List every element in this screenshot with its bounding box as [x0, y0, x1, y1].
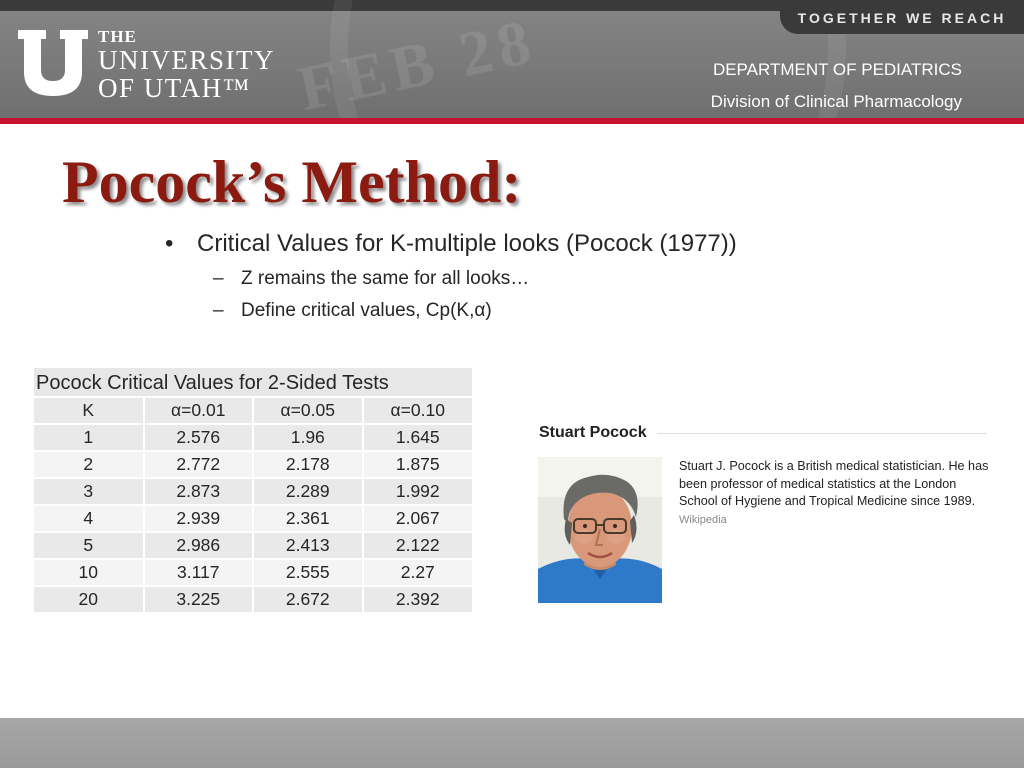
department-block: DEPARTMENT OF PEDIATRICS Division of Cli…	[711, 54, 962, 118]
card-bio-text: Stuart J. Pocock is a British medical st…	[679, 459, 989, 508]
table-cell: 2.555	[253, 559, 364, 587]
table-cell: 3	[34, 478, 145, 506]
table-cell: 2.576	[143, 424, 254, 452]
table-cell: 1.875	[362, 451, 472, 479]
subbullet-item: – Define critical values, Cp(K,α)	[213, 300, 737, 322]
table-cell: 1.645	[362, 424, 472, 452]
table-row: 3 2.873 2.289 1.992	[34, 478, 472, 506]
table-cell: 1	[34, 424, 145, 452]
table-cell: 20	[34, 586, 145, 614]
tagline: TOGETHER WE REACH	[780, 0, 1024, 34]
portrait-photo	[538, 457, 662, 603]
table-row: 20 3.225 2.672 2.392	[34, 586, 472, 614]
table-cell: 1.992	[362, 478, 472, 506]
column-header: α=0.10	[362, 398, 472, 425]
bullet-dot-icon: •	[165, 230, 174, 257]
table-cell: 4	[34, 505, 145, 533]
slide-footer	[0, 718, 1024, 768]
bullet-item: • Critical Values for K-multiple looks (P…	[165, 230, 737, 258]
bullet-text: Critical Values for K-multiple looks (Po…	[197, 230, 737, 257]
wordmark-university: UNIVERSITY	[98, 45, 275, 75]
table-cell: 2.939	[143, 505, 254, 533]
dash-icon: –	[213, 268, 224, 289]
table-cell: 2.873	[143, 478, 254, 506]
division-name: Division of Clinical Pharmacology	[710, 92, 962, 111]
table-cell: 10	[34, 559, 145, 587]
table-row: 10 3.117 2.555 2.27	[34, 559, 472, 587]
table-cell: 2.122	[362, 532, 472, 560]
column-header: α=0.01	[143, 398, 254, 425]
table-row: 4 2.939 2.361 2.067	[34, 505, 472, 533]
table-cell: 2.361	[253, 505, 364, 533]
portrait-illustration	[538, 457, 662, 603]
table-cell: 2.772	[143, 451, 254, 479]
table-cell: 5	[34, 532, 145, 560]
slide-header: FEB 28 TOGETHER WE REACH THE UNIVERSITY …	[0, 0, 1024, 118]
column-header: α=0.05	[253, 398, 364, 425]
university-u-logo-icon	[18, 30, 88, 96]
table-cell: 3.225	[143, 586, 254, 614]
table-row: 1 2.576 1.96 1.645	[34, 424, 472, 452]
table-caption: Pocock Critical Values for 2-Sided Tests	[34, 368, 472, 398]
bullet-list: • Critical Values for K-multiple looks (P…	[165, 230, 737, 322]
card-divider	[657, 433, 987, 434]
header-red-rule	[0, 118, 1024, 124]
table-row: 5 2.986 2.413 2.122	[34, 532, 472, 560]
table-cell: 2.986	[143, 532, 254, 560]
table-cell: 2.413	[253, 532, 364, 560]
table-cell: 1.96	[253, 424, 364, 452]
wikipedia-link[interactable]: Wikipedia	[679, 514, 727, 526]
card-bio: Stuart J. Pocock is a British medical st…	[679, 458, 991, 529]
table-cell: 2.067	[362, 505, 472, 533]
subbullet-text: Z remains the same for all looks…	[241, 268, 530, 289]
department-name: DEPARTMENT OF PEDIATRICS	[712, 60, 962, 79]
pocock-critical-values-table: Pocock Critical Values for 2-Sided Tests…	[34, 368, 472, 614]
wordmark-of-utah: OF UTAH™	[98, 73, 251, 103]
university-wordmark: THE UNIVERSITY OF UTAH™	[98, 28, 275, 102]
column-header: K	[34, 398, 145, 425]
wordmark-the: THE	[98, 27, 137, 46]
table-row: 2 2.772 2.178 1.875	[34, 451, 472, 479]
table-cell: 2.178	[253, 451, 364, 479]
table-cell: 2.27	[362, 559, 472, 587]
table-header-row: K α=0.01 α=0.05 α=0.10	[34, 398, 472, 425]
table-cell: 2.672	[253, 586, 364, 614]
dash-icon: –	[213, 300, 224, 321]
table-cell: 2.392	[362, 586, 472, 614]
subbullet-text: Define critical values, Cp(K,α)	[241, 300, 492, 321]
table-cell: 2.289	[253, 478, 364, 506]
table-cell: 2	[34, 451, 145, 479]
subbullet-item: – Z remains the same for all looks…	[213, 268, 737, 290]
card-person-name: Stuart Pocock	[539, 424, 647, 441]
table-cell: 3.117	[143, 559, 254, 587]
slide-title: Pocock’s Method:	[62, 149, 522, 215]
pocock-knowledge-card: Stuart Pocock Stuart J. Pocock is a Brit…	[532, 420, 988, 610]
